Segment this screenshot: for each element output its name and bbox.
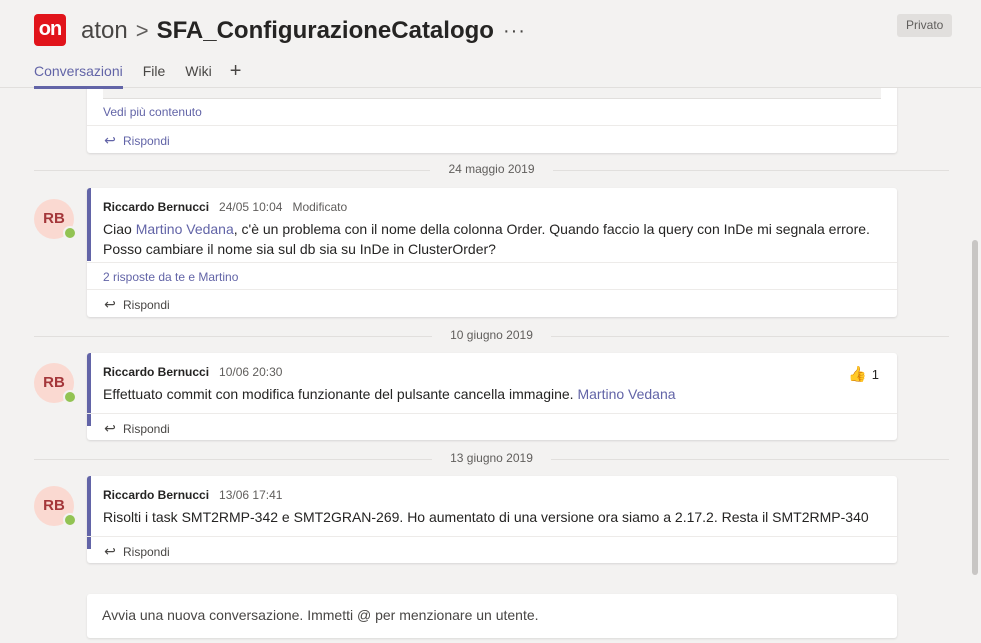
message-timestamp: 13/06 17:41 — [219, 488, 283, 502]
divider — [87, 413, 897, 414]
message-body: Risolti i task SMT2RMP-342 e SMT2GRAN-26… — [103, 507, 873, 527]
previous-thread-card: Vedi più contenuto ↩ Rispondi — [87, 88, 897, 153]
tab-conversations[interactable]: Conversazioni — [34, 63, 123, 89]
avatar-initials: RB — [43, 497, 65, 514]
channel-name: SFA_ConfigurazioneCatalogo — [156, 17, 494, 44]
more-options-icon[interactable]: ··· — [503, 20, 526, 43]
embedded-content-preview — [103, 88, 881, 99]
tab-files[interactable]: File — [143, 63, 166, 83]
avatar[interactable]: RB — [34, 199, 77, 240]
reply-arrow-icon: ↩ — [104, 296, 116, 312]
message-text: Effettuato commit con modifica funzionan… — [103, 386, 578, 402]
like-reaction[interactable]: 👍 1 — [848, 365, 879, 383]
edited-label: Modificato — [292, 200, 348, 214]
message-card: Riccardo Bernucci 24/05 10:04 Modificato… — [87, 188, 897, 317]
reply-label: Rispondi — [123, 544, 170, 559]
message-text: Risolti i task SMT2RMP-342 e SMT2GRAN-26… — [103, 509, 869, 525]
divider — [87, 289, 897, 290]
reply-label: Rispondi — [123, 421, 170, 436]
reaction-count: 1 — [871, 366, 879, 382]
presence-available-icon — [63, 226, 77, 240]
message-body: Ciao Martino Vedana, c'è un problema con… — [103, 219, 873, 259]
thumbs-up-icon: 👍 — [848, 366, 867, 383]
tab-wiki[interactable]: Wiki — [185, 63, 211, 83]
author-name[interactable]: Riccardo Bernucci — [103, 488, 209, 502]
reply-arrow-icon: ↩ — [104, 132, 116, 148]
breadcrumb: aton > SFA_ConfigurazioneCatalogo ··· — [81, 15, 526, 47]
divider — [87, 536, 897, 537]
date-label: 24 maggio 2019 — [430, 162, 553, 176]
date-separator: 10 giugno 2019 — [34, 328, 949, 344]
see-more-link[interactable]: Vedi più contenuto — [103, 105, 202, 119]
date-separator: 24 maggio 2019 — [34, 162, 949, 178]
message-timestamp: 24/05 10:04 — [219, 200, 283, 214]
team-logo[interactable]: on — [34, 14, 66, 46]
privacy-badge: Privato — [897, 14, 953, 37]
message-header: Riccardo Bernucci 13/06 17:41 — [103, 488, 282, 502]
divider — [87, 262, 897, 263]
reply-label: Rispondi — [123, 297, 170, 312]
conversation-feed: Vedi più contenuto ↩ Rispondi 24 maggio … — [0, 88, 981, 643]
scrollbar-thumb[interactable] — [972, 240, 978, 575]
presence-available-icon — [63, 513, 77, 527]
presence-available-icon — [63, 390, 77, 404]
channel-tabs: Conversazioni File Wiki + — [34, 61, 261, 89]
message-card: Riccardo Bernucci 13/06 17:41 Risolti i … — [87, 476, 897, 563]
message-header: Riccardo Bernucci 24/05 10:04 Modificato — [103, 200, 347, 214]
date-label: 10 giugno 2019 — [432, 328, 551, 342]
message-text: Ciao — [103, 221, 136, 237]
mention-link[interactable]: Martino Vedana — [136, 221, 234, 237]
message-body: Effettuato commit con modifica funzionan… — [103, 384, 873, 404]
avatar[interactable]: RB — [34, 486, 77, 527]
avatar-initials: RB — [43, 210, 65, 227]
author-name[interactable]: Riccardo Bernucci — [103, 365, 209, 379]
divider — [87, 125, 897, 126]
chevron-right-icon: > — [135, 18, 149, 43]
avatar[interactable]: RB — [34, 363, 77, 404]
avatar-initials: RB — [43, 374, 65, 391]
reply-button[interactable]: ↩ Rispondi — [103, 132, 170, 149]
reply-button[interactable]: ↩ Rispondi — [103, 296, 170, 313]
compose-placeholder: Avvia una nuova conversazione. Immetti @… — [102, 607, 539, 623]
message-header: Riccardo Bernucci 10/06 20:30 — [103, 365, 282, 379]
replies-summary-link[interactable]: 2 risposte da te e Martino — [103, 270, 238, 284]
reply-arrow-icon: ↩ — [104, 420, 116, 436]
team-name[interactable]: aton — [81, 17, 128, 45]
channel-header: on aton > SFA_ConfigurazioneCatalogo ···… — [0, 0, 981, 89]
new-conversation-input[interactable]: Avvia una nuova conversazione. Immetti @… — [87, 594, 897, 638]
reply-arrow-icon: ↩ — [104, 543, 116, 559]
date-separator: 13 giugno 2019 — [34, 451, 949, 467]
reply-button[interactable]: ↩ Rispondi — [103, 420, 170, 437]
reply-button[interactable]: ↩ Rispondi — [103, 543, 170, 560]
message-card: Riccardo Bernucci 10/06 20:30 👍 1 Effett… — [87, 353, 897, 440]
add-tab-icon[interactable]: + — [230, 61, 242, 83]
date-label: 13 giugno 2019 — [432, 451, 551, 465]
reply-label: Rispondi — [123, 133, 170, 148]
message-timestamp: 10/06 20:30 — [219, 365, 283, 379]
author-name[interactable]: Riccardo Bernucci — [103, 200, 209, 214]
mention-link[interactable]: Martino Vedana — [577, 386, 675, 402]
